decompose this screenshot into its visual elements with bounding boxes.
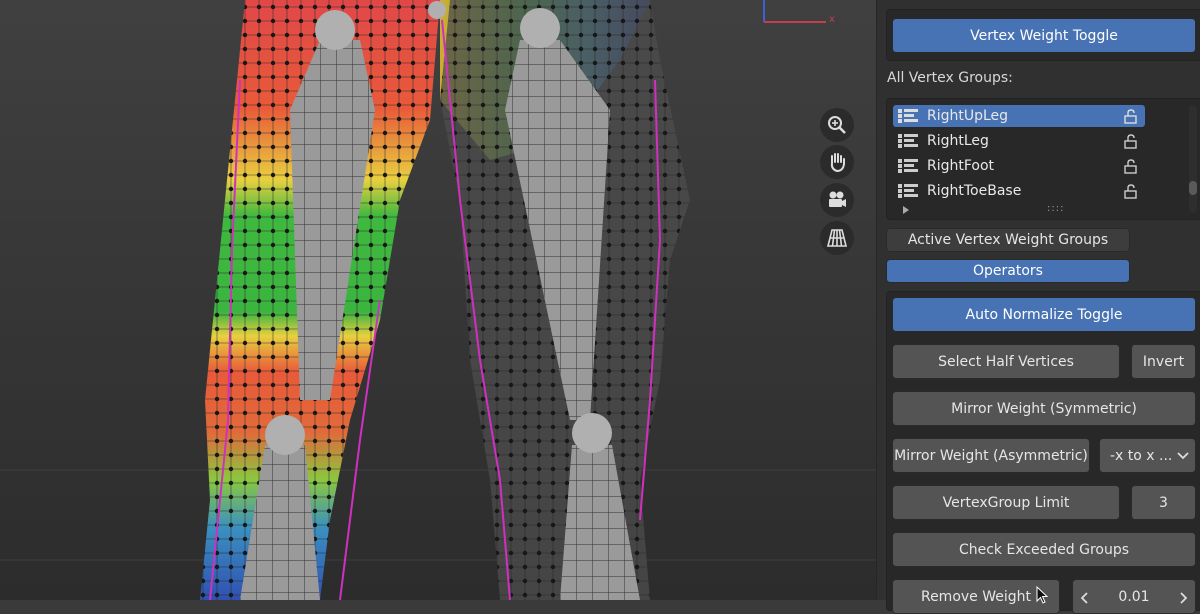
select-half-vertices-button[interactable]: Select Half Vertices bbox=[892, 344, 1120, 379]
mirror-direction-value: -x to x ... bbox=[1110, 447, 1173, 464]
list-item[interactable]: RightLeg bbox=[893, 130, 1145, 152]
vertex-weight-toggle-button[interactable]: Vertex Weight Toggle bbox=[892, 18, 1196, 53]
expand-triangle-icon[interactable] bbox=[901, 205, 911, 215]
list-item[interactable]: RightUpLeg bbox=[893, 105, 1145, 127]
remove-weight-value: 0.01 bbox=[1118, 588, 1150, 605]
unlock-icon[interactable] bbox=[1123, 133, 1139, 149]
remove-weight-button[interactable]: Remove Weight bbox=[892, 579, 1060, 614]
list-resize-grip[interactable]: :::: bbox=[1047, 203, 1064, 214]
list-scrollbar[interactable] bbox=[1189, 105, 1197, 213]
unlock-icon[interactable] bbox=[1123, 183, 1139, 199]
mirror-weight-asymmetric-button[interactable]: Mirror Weight (Asymmetric) bbox=[892, 438, 1090, 473]
list-item[interactable]: RightFoot bbox=[893, 155, 1145, 177]
limit-value-field[interactable]: 3 bbox=[1131, 485, 1196, 520]
3d-viewport[interactable]: x bbox=[0, 0, 876, 600]
pan-hand-icon[interactable] bbox=[820, 145, 854, 179]
vertex-group-icon bbox=[898, 184, 918, 198]
unlock-icon[interactable] bbox=[1123, 158, 1139, 174]
auto-normalize-toggle-button[interactable]: Auto Normalize Toggle bbox=[892, 297, 1196, 332]
unlock-icon[interactable] bbox=[1123, 108, 1139, 124]
scrollbar-thumb[interactable] bbox=[1189, 181, 1197, 195]
vertex-group-icon bbox=[898, 159, 918, 173]
tab-active-vertex-weight-groups[interactable]: Active Vertex Weight Groups bbox=[886, 228, 1130, 252]
vertex-group-name: RightLeg bbox=[927, 133, 989, 149]
camera-icon[interactable] bbox=[820, 183, 854, 217]
vertex-group-name: RightFoot bbox=[927, 158, 995, 174]
mesh-scene: x bbox=[0, 0, 876, 600]
vertex-group-icon bbox=[898, 109, 918, 123]
mouse-cursor-icon bbox=[1036, 586, 1048, 604]
vertex-group-list[interactable]: RightUpLeg RightLeg RightFoot RightToeBa… bbox=[886, 98, 1200, 220]
mirror-direction-dropdown[interactable]: -x to x ... bbox=[1099, 438, 1196, 473]
tab-operators[interactable]: Operators bbox=[886, 259, 1130, 283]
vertexgroup-limit-button[interactable]: VertexGroup Limit bbox=[892, 485, 1120, 520]
mirror-weight-symmetric-button[interactable]: Mirror Weight (Symmetric) bbox=[892, 391, 1196, 426]
vertex-group-name: RightToeBase bbox=[927, 183, 1022, 199]
chevron-down-icon bbox=[1177, 452, 1189, 460]
list-item[interactable]: RightToeBase bbox=[893, 180, 1145, 202]
side-panel: Vertex Weight Toggle All Vertex Groups: … bbox=[876, 0, 1200, 614]
vertex-group-name: RightUpLeg bbox=[927, 108, 1009, 124]
invert-button[interactable]: Invert bbox=[1131, 344, 1196, 379]
zoom-icon[interactable] bbox=[820, 108, 854, 142]
vertex-group-icon bbox=[898, 134, 918, 148]
increment-arrow-icon[interactable] bbox=[1179, 592, 1187, 604]
all-vertex-groups-label: All Vertex Groups: bbox=[887, 70, 1013, 86]
perspective-grid-icon[interactable] bbox=[820, 221, 854, 255]
remove-weight-value-field[interactable]: 0.01 bbox=[1072, 579, 1196, 614]
check-exceeded-groups-button[interactable]: Check Exceeded Groups bbox=[892, 532, 1196, 567]
decrement-arrow-icon[interactable] bbox=[1081, 592, 1089, 604]
svg-text:x: x bbox=[829, 14, 835, 25]
